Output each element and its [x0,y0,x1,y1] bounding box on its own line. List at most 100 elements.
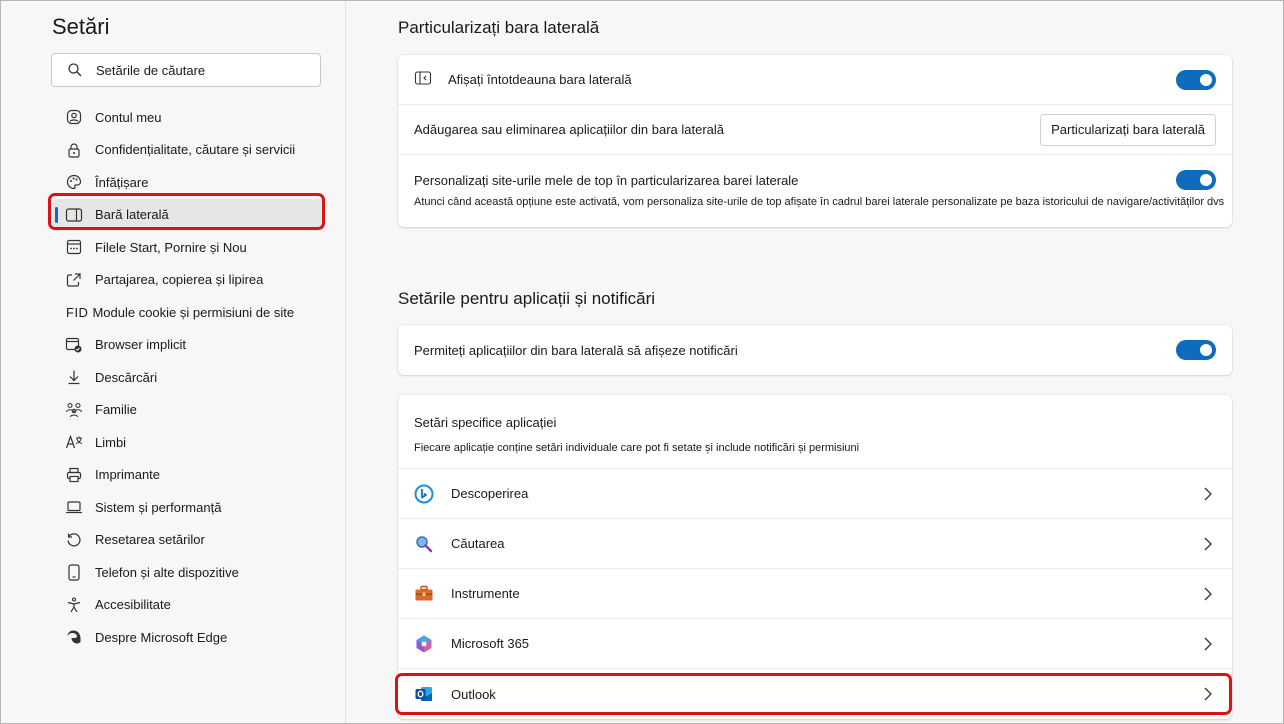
nav-label: Descărcări [95,369,158,385]
nav-item-family[interactable]: Familie [53,394,325,427]
nav-item-privacy[interactable]: Confidențialitate, căutare și servicii [53,134,325,167]
add-remove-apps-label: Adăugarea sau eliminarea aplicațiilor di… [414,122,725,137]
nav-label: Contul meu [95,109,162,125]
settings-search-box[interactable] [51,53,321,87]
nav-item-start-pages[interactable]: Filele Start, Pornire și Nou [53,231,325,264]
app-label: Outlook [451,686,496,702]
sidebar-toggle-icon [414,70,432,90]
allow-notifications-row: Permiteți aplicațiilor din bara laterală… [398,325,1232,375]
app-row-search[interactable]: Căutarea [398,519,1232,569]
printer-icon [65,466,83,484]
chevron-right-icon [1204,637,1212,650]
sidebar-settings-card: Afișați întotdeauna bara laterală Adăuga… [398,55,1232,227]
app-settings-desc: Fiecare aplicație conține setări individ… [414,442,860,454]
nav-item-about-edge[interactable]: Despre Microsoft Edge [53,621,325,654]
allow-notifications-label: Permiteți aplicațiilor din bara laterală… [414,342,738,358]
always-show-sidebar-row: Afișați întotdeauna bara laterală [398,55,1232,105]
nav-item-sidebar[interactable]: Bară laterală [53,198,325,231]
notifications-card: Permiteți aplicațiilor din bara laterală… [398,325,1232,375]
personalize-top-sites-desc: Atunci când această opțiune este activat… [414,196,1225,208]
personalize-top-sites-label: Personalizați site-urile mele de top în … [414,173,799,188]
account-icon [65,108,83,126]
settings-nav: Contul meu Confidențialitate, căutare și… [53,101,325,654]
nav-item-default-browser[interactable]: Browser implicit [53,329,325,362]
nav-label: Bară laterală [95,207,169,223]
outlook-icon [414,684,434,704]
search-icon [68,63,82,77]
lock-icon [65,141,83,159]
personalize-top-sites-toggle[interactable] [1176,170,1216,190]
chevron-right-icon [1204,587,1212,600]
sidebar-title: Setări [52,14,110,39]
app-specific-settings-card: Setări specifice aplicației Fiecare apli… [398,395,1232,719]
always-show-sidebar-label: Afișați întotdeauna bara laterală [448,72,632,87]
download-icon [65,368,83,386]
personalize-top-sites-row: Personalizați site-urile mele de top în … [398,155,1232,227]
nav-item-share-copy-paste[interactable]: Partajarea, copierea și lipirea [53,264,325,297]
nav-label: Module cookie și permisiuni de site [92,304,295,320]
allow-notifications-toggle[interactable] [1176,340,1216,360]
nav-item-phone[interactable]: Telefon și alte dispozitive [53,556,325,589]
customize-sidebar-button[interactable]: Particularizați bara laterală [1040,113,1216,146]
nav-label: Sistem și performanță [95,499,222,515]
reset-icon [65,531,83,549]
settings-search-input[interactable] [96,62,296,78]
nav-label: Înfățișare [95,174,149,190]
app-label: Instrumente [451,586,520,601]
nav-item-downloads[interactable]: Descărcări [53,361,325,394]
nav-label: Browser implicit [95,337,187,353]
nav-label: Filele Start, Pornire și Nou [95,239,247,255]
app-row-outlook[interactable]: Outlook [398,669,1232,719]
app-row-tools[interactable]: Instrumente [398,569,1232,619]
add-remove-apps-row: Adăugarea sau eliminarea aplicațiilor di… [398,105,1232,155]
nav-label: Accesibilitate [95,597,171,613]
nav-label: Despre Microsoft Edge [95,629,228,645]
family-icon [65,401,83,419]
nav-item-languages[interactable]: Limbi [53,426,325,459]
chevron-right-icon [1204,487,1212,500]
section-title-apps-notifications: Setările pentru aplicații și notificări [398,289,656,308]
app-label: Microsoft 365 [451,636,530,651]
nav-label: Partajarea, copierea și lipirea [95,272,264,288]
nav-item-printers[interactable]: Imprimante [53,459,325,492]
toolbox-icon [414,584,434,604]
bing-discover-icon [414,484,434,504]
app-label: Căutarea [451,536,505,551]
share-icon [65,271,83,289]
accessibility-icon [65,596,83,614]
app-row-discover[interactable]: Descoperirea [398,469,1232,519]
nav-item-accessibility[interactable]: Accesibilitate [53,589,325,622]
nav-item-cookies[interactable]: FID Module cookie și permisiuni de site [53,296,325,329]
laptop-icon [65,498,83,516]
chevron-right-icon [1204,537,1212,550]
nav-label: Imprimante [95,467,161,483]
chevron-right-icon [1204,687,1212,701]
section-title-sidebar: Particularizați bara laterală [398,18,600,37]
nav-item-account[interactable]: Contul meu [53,101,325,134]
nav-item-appearance[interactable]: Înfățișare [53,166,325,199]
language-icon [65,433,83,451]
microsoft-365-icon [414,634,434,654]
search-magnifier-icon [414,534,434,554]
main-content: Particularizați bara laterală Afișați în… [347,1,1283,723]
app-row-microsoft-365[interactable]: Microsoft 365 [398,619,1232,669]
app-settings-title: Setări specifice aplicației [414,415,557,430]
nav-label: Confidențialitate, căutare și servicii [95,142,296,158]
edge-icon [65,628,83,646]
phone-icon [65,563,83,581]
sidebar-icon [65,206,83,224]
always-show-sidebar-toggle[interactable] [1176,69,1216,90]
settings-sidebar: Setări Contul meu Confidențialitate, cău… [1,1,346,723]
nav-label: Limbi [95,434,127,450]
app-label: Descoperirea [451,486,529,501]
palette-icon [65,173,83,191]
app-settings-header-row: Setări specifice aplicației Fiecare apli… [398,395,1232,469]
nav-label: Telefon și alte dispozitive [95,564,239,580]
default-browser-icon [65,336,83,354]
nav-label: Familie [95,402,137,418]
nav-item-system[interactable]: Sistem și performanță [53,491,325,524]
start-page-icon [65,238,83,256]
nav-label: Resetarea setărilor [95,532,205,548]
fid-text: FID [66,304,89,320]
nav-item-reset[interactable]: Resetarea setărilor [53,524,325,557]
